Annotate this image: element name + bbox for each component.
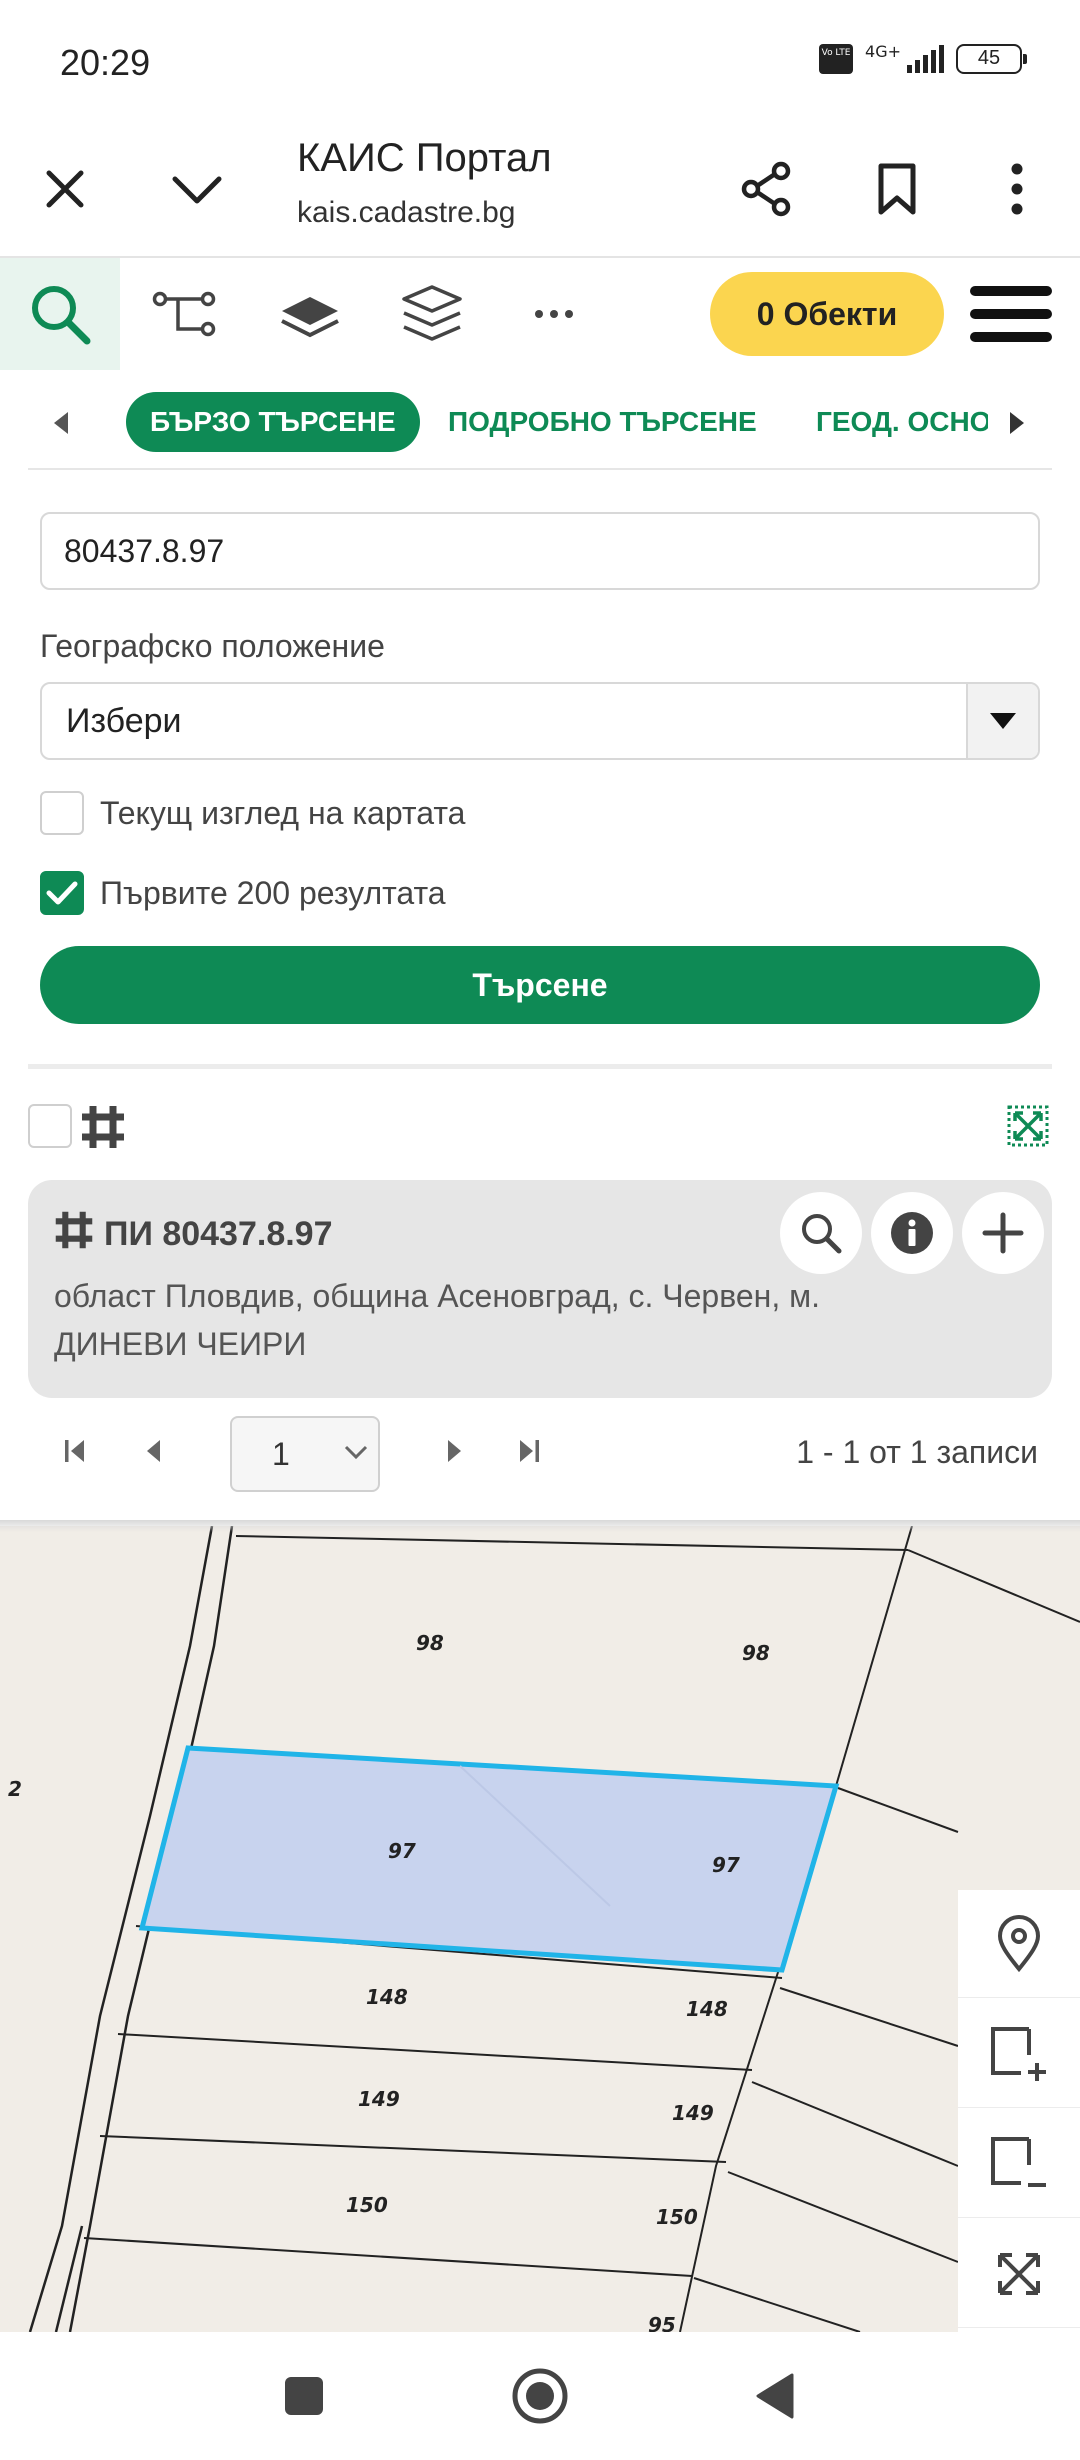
- map-label: 150: [346, 2193, 388, 2217]
- map-label: 150: [656, 2205, 698, 2229]
- page-select-value: 1: [272, 1436, 290, 1472]
- records-info: 1 - 1 от 1 записи: [796, 1434, 1038, 1470]
- chevron-down-icon[interactable]: [162, 154, 232, 224]
- search-input[interactable]: [40, 512, 1040, 590]
- status-icons: Vo LTE 4G+ 45: [819, 41, 1027, 74]
- location-pin-icon: [997, 1914, 1041, 1972]
- bookmark-icon[interactable]: [862, 154, 932, 224]
- previous-page-icon[interactable]: [144, 1438, 162, 1469]
- locate-button[interactable]: [958, 1890, 1080, 1998]
- objects-button[interactable]: 0 Обекти: [710, 272, 944, 356]
- search-tabs: БЪРЗО ТЪРСЕНЕ ПОДРОБНО ТЪРСЕНЕ ГЕОД. ОСН…: [28, 370, 1052, 470]
- remove-selection-icon: [991, 2136, 1046, 2187]
- more-vertical-icon[interactable]: [982, 154, 1052, 224]
- route-tool-button[interactable]: [124, 258, 244, 370]
- cadastral-map[interactable]: 2 98 98 97 97 148 148 149 149 150 150 95: [0, 1526, 1080, 2332]
- page-title: КАИС Портал: [297, 136, 552, 180]
- expand-icon: [998, 2252, 1040, 2295]
- home-icon[interactable]: [498, 2354, 582, 2438]
- route-icon: [152, 291, 216, 337]
- fullscreen-button[interactable]: [958, 2220, 1080, 2328]
- divider: [28, 1064, 1052, 1069]
- last-page-icon[interactable]: [518, 1438, 540, 1469]
- first200-option: Първите 200 резултата: [40, 870, 446, 916]
- zoom-to-results-icon[interactable]: [1006, 1104, 1050, 1153]
- more-horizontal-icon: [535, 310, 573, 318]
- recent-apps-icon[interactable]: [262, 2354, 346, 2438]
- remove-area-button[interactable]: [958, 2110, 1080, 2218]
- parcel-grid-icon: [80, 1104, 126, 1155]
- layer-icon: [281, 297, 339, 338]
- current-view-option: Текущ изглед на картата: [40, 790, 465, 836]
- search-button[interactable]: Търсене: [40, 946, 1040, 1024]
- browser-header: КАИС Портал kais.cadastre.bg: [0, 120, 1080, 258]
- checkmark-icon: [46, 881, 78, 905]
- menu-icon[interactable]: [966, 280, 1056, 348]
- map-label: 95: [648, 2313, 676, 2332]
- status-time: 20:29: [60, 42, 151, 83]
- info-icon: [891, 1212, 933, 1254]
- add-area-button[interactable]: [958, 2000, 1080, 2108]
- map-label: 98: [742, 1641, 770, 1665]
- map-label: 149: [672, 2101, 714, 2125]
- current-view-checkbox[interactable]: [40, 791, 84, 835]
- network-type: 4G+: [865, 41, 901, 61]
- pagination: 1 1 - 1 от 1 записи: [0, 1414, 1080, 1492]
- first200-checkbox[interactable]: [40, 871, 84, 915]
- map-controls: [958, 1890, 1080, 2332]
- tab-quick-search[interactable]: БЪРЗО ТЪРСЕНЕ: [126, 392, 420, 452]
- geo-select-value: Избери: [66, 702, 182, 740]
- result-address: област Пловдив, община Асеновград, с. Че…: [54, 1278, 820, 1362]
- volte-icon: Vo LTE: [819, 44, 854, 74]
- search-icon: [32, 286, 91, 345]
- parcel-grid-icon: [54, 1210, 94, 1259]
- add-selection-icon: [991, 2026, 1046, 2081]
- close-icon[interactable]: [30, 154, 100, 224]
- page-select[interactable]: 1: [230, 1416, 380, 1492]
- map-label: 149: [358, 2087, 400, 2111]
- page-url: kais.cadastre.bg: [297, 196, 516, 229]
- geo-position-select[interactable]: Избери: [40, 682, 1040, 760]
- map-label: 148: [366, 1985, 408, 2009]
- result-card[interactable]: ПИ 80437.8.97 област Пловдив, община Асе…: [28, 1180, 1052, 1398]
- current-view-label: Текущ изглед на картата: [100, 794, 466, 831]
- add-object-button[interactable]: [962, 1192, 1044, 1274]
- tabs-scroll-right-icon[interactable]: [1010, 412, 1024, 434]
- plus-icon: [982, 1212, 1024, 1254]
- result-title: ПИ 80437.8.97: [104, 1215, 333, 1253]
- map-label: 148: [686, 1997, 728, 2021]
- app-toolbar: 0 Обекти: [0, 258, 1080, 370]
- system-nav-bar: [0, 2332, 1080, 2460]
- share-icon[interactable]: [732, 154, 802, 224]
- search-icon: [802, 1214, 842, 1254]
- tabs-scroll-left-icon[interactable]: [54, 412, 68, 434]
- tab-detailed-search[interactable]: ПОДРОБНО ТЪРСЕНЕ: [448, 392, 757, 452]
- first200-label: Първите 200 резултата: [100, 874, 446, 911]
- next-page-icon[interactable]: [446, 1438, 464, 1469]
- layer-tool-button[interactable]: [250, 258, 370, 370]
- map-shadow: [0, 1520, 1080, 1532]
- back-icon[interactable]: [732, 2354, 816, 2438]
- search-tool-button[interactable]: [0, 258, 120, 370]
- more-tools-button[interactable]: [494, 258, 614, 370]
- chevron-down-icon: [344, 1444, 368, 1465]
- zoom-to-result-button[interactable]: [780, 1192, 862, 1274]
- tab-geodetic-base[interactable]: ГЕОД. ОСНОВА: [816, 392, 988, 452]
- map-label: 2: [8, 1777, 22, 1801]
- map-label: 97: [388, 1839, 416, 1863]
- select-all-checkbox[interactable]: [28, 1104, 72, 1148]
- status-bar: 20:29 Vo LTE 4G+ 45: [0, 0, 1080, 120]
- battery-icon: 45: [956, 44, 1027, 74]
- layers-icon: [402, 285, 462, 341]
- dropdown-arrow-icon[interactable]: [966, 684, 1038, 758]
- map-label: 97: [712, 1853, 740, 1877]
- map-canvas[interactable]: 2 98 98 97 97 148 148 149 149 150 150 95: [0, 1526, 1080, 2332]
- geo-position-label: Географско положение: [40, 628, 385, 664]
- first-page-icon[interactable]: [64, 1438, 86, 1469]
- result-title-row: ПИ 80437.8.97: [54, 1210, 333, 1259]
- info-button[interactable]: [871, 1192, 953, 1274]
- layers-tool-button[interactable]: [372, 258, 492, 370]
- map-label: 98: [416, 1631, 444, 1655]
- signal-icon: [907, 45, 944, 73]
